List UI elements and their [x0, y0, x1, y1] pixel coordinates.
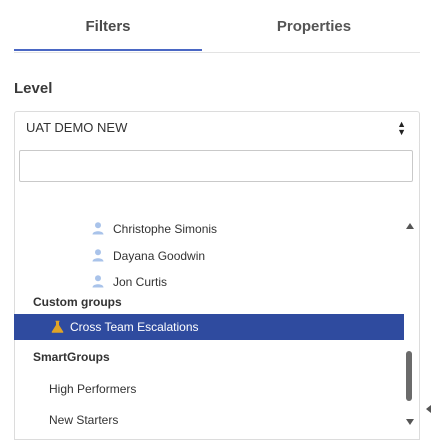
list-item-smartgroup[interactable]: New Starters: [14, 407, 394, 433]
tab-properties[interactable]: Properties: [220, 0, 408, 52]
flask-icon: [51, 320, 64, 333]
user-name: Dayana Goodwin: [113, 249, 206, 263]
group-header-label: Custom groups: [33, 295, 122, 309]
user-icon: [92, 249, 104, 262]
sort-caret-icon: ▲ ▼: [397, 119, 406, 137]
tab-divider: [14, 52, 420, 53]
level-label: Level: [14, 80, 53, 97]
search-input[interactable]: [19, 150, 413, 182]
smartgroup-label: High Performers: [49, 382, 137, 396]
tab-bar: Filters Properties: [0, 0, 434, 53]
scrollbar-thumb[interactable]: [406, 351, 412, 401]
group-header-label: SmartGroups: [33, 350, 110, 364]
active-tab-indicator: [14, 49, 202, 51]
list-item-user[interactable]: Dayana Goodwin: [14, 243, 394, 269]
user-name: Christophe Simonis: [113, 222, 218, 236]
scroll-down-arrow-icon[interactable]: [405, 418, 415, 426]
user-icon: [92, 275, 104, 288]
group-label: Cross Team Escalations: [70, 320, 199, 334]
list-item-smartgroup[interactable]: High Performers: [14, 376, 394, 402]
level-select[interactable]: UAT DEMO NEW ▲ ▼: [14, 111, 420, 145]
scroll-up-arrow-icon[interactable]: [405, 222, 415, 230]
tab-filters[interactable]: Filters: [14, 0, 202, 52]
custom-groups-header: Custom groups: [14, 289, 394, 315]
user-icon: [92, 222, 104, 235]
list-item-selected-group[interactable]: Cross Team Escalations: [14, 314, 404, 340]
user-name: Jon Curtis: [113, 275, 168, 289]
scroll-left-arrow-icon[interactable]: [425, 404, 432, 414]
smartgroups-header: SmartGroups: [14, 344, 394, 370]
list-item-user[interactable]: Christophe Simonis: [14, 216, 394, 242]
level-select-value: UAT DEMO NEW: [26, 120, 128, 135]
smartgroup-label: New Starters: [49, 413, 119, 427]
